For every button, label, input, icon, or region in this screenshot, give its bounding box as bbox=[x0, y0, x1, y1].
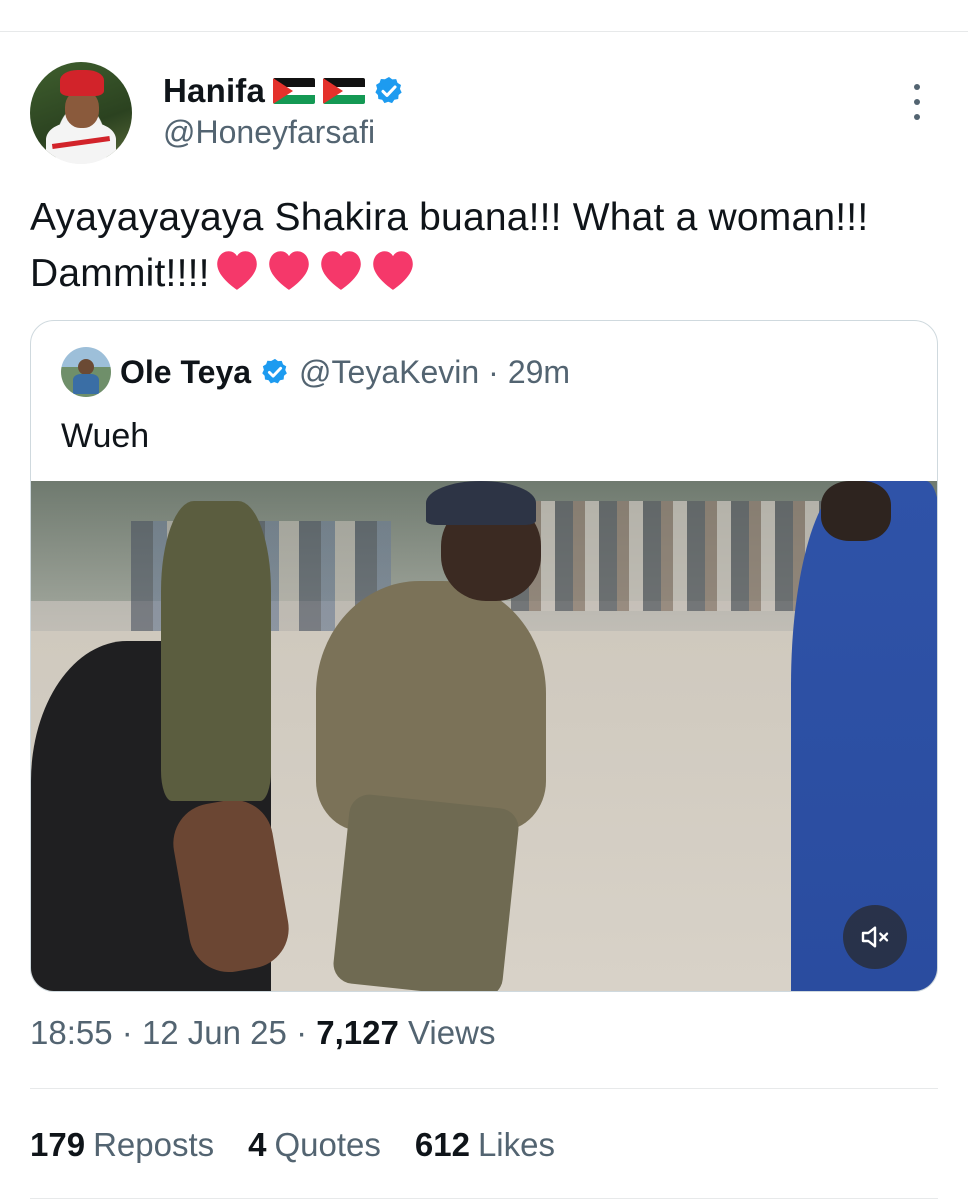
heart-emoji-icon bbox=[268, 251, 309, 290]
dot-separator: · bbox=[296, 1014, 308, 1051]
quoted-tweet-time[interactable]: 29m bbox=[508, 354, 570, 391]
quoted-author-avatar[interactable] bbox=[61, 347, 111, 397]
divider bbox=[30, 1088, 938, 1089]
heart-emoji-icon bbox=[372, 251, 413, 290]
quoted-tweet-header: Ole Teya @TeyaKevin · 29m bbox=[61, 347, 570, 397]
divider bbox=[30, 1198, 938, 1199]
mute-button[interactable] bbox=[843, 905, 907, 969]
video-figure bbox=[316, 581, 546, 831]
reposts-count: 179 bbox=[30, 1126, 86, 1163]
quoted-tweet-card[interactable]: Ole Teya @TeyaKevin · 29m Wueh bbox=[30, 320, 938, 992]
quotes-label: Quotes bbox=[274, 1126, 381, 1163]
video-figure bbox=[161, 501, 271, 801]
quotes-count: 4 bbox=[248, 1126, 267, 1163]
verified-badge-icon bbox=[375, 77, 402, 104]
quoted-tweet-text: Wueh bbox=[61, 417, 150, 455]
video-figure bbox=[426, 481, 536, 525]
likes-stat[interactable]: 612 Likes bbox=[415, 1126, 555, 1164]
heart-emoji-group bbox=[212, 246, 418, 292]
reposts-label: Reposts bbox=[93, 1126, 215, 1163]
palestine-flag-icon bbox=[323, 78, 366, 104]
dot-separator: · bbox=[121, 1014, 133, 1051]
tweet-date[interactable]: 12 Jun 25 bbox=[142, 1014, 287, 1051]
engagement-stats: 179 Reposts 4 Quotes 612 Likes bbox=[30, 1126, 555, 1164]
likes-label: Likes bbox=[477, 1126, 555, 1163]
views-label: Views bbox=[408, 1014, 496, 1051]
palestine-flag-icon bbox=[273, 78, 316, 104]
author-name-row[interactable]: Hanifa bbox=[163, 72, 405, 110]
tweet-text: Ayayayayaya Shakira buana!!! What a woma… bbox=[30, 190, 930, 302]
author-avatar[interactable] bbox=[30, 62, 132, 164]
quoted-author-display-name[interactable]: Ole Teya bbox=[120, 354, 251, 391]
dot-separator: · bbox=[488, 353, 499, 390]
video-player[interactable] bbox=[31, 481, 937, 991]
tweet-body: Ayayayayaya Shakira buana!!! What a woma… bbox=[30, 196, 869, 295]
author-display-name[interactable]: Hanifa bbox=[163, 72, 265, 110]
quoted-author-handle[interactable]: @TeyaKevin bbox=[299, 354, 479, 391]
tweet-timestamp-row: 18:55 · 12 Jun 25 · 7,127 Views bbox=[30, 1014, 495, 1052]
video-figure bbox=[331, 792, 521, 991]
more-options-icon[interactable] bbox=[906, 84, 928, 120]
quotes-stat[interactable]: 4 Quotes bbox=[248, 1126, 381, 1164]
video-figure bbox=[821, 481, 891, 541]
speaker-muted-icon bbox=[861, 926, 889, 948]
author-handle[interactable]: @Honeyfarsafi bbox=[163, 114, 375, 151]
heart-emoji-icon bbox=[216, 251, 257, 290]
likes-count: 612 bbox=[414, 1126, 470, 1163]
tweet-time[interactable]: 18:55 bbox=[30, 1014, 113, 1051]
heart-emoji-icon bbox=[320, 251, 361, 290]
top-divider bbox=[0, 31, 968, 32]
views-count: 7,127 bbox=[316, 1014, 399, 1051]
reposts-stat[interactable]: 179 Reposts bbox=[30, 1126, 214, 1164]
verified-badge-icon bbox=[262, 358, 287, 384]
